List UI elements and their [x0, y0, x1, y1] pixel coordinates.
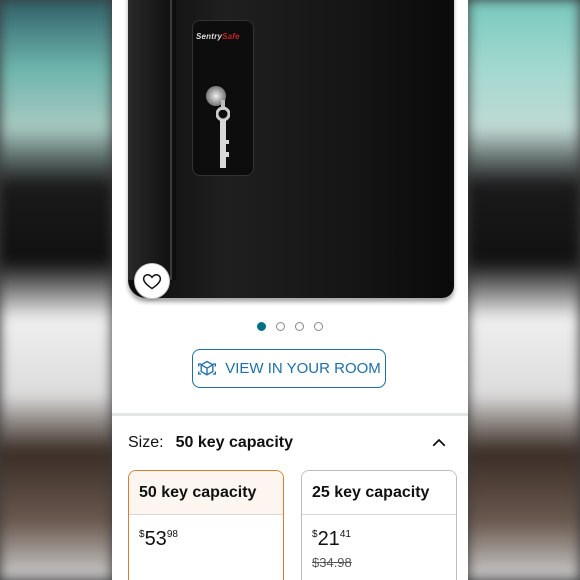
- size-selector-header[interactable]: Size: 50 key capacity: [128, 432, 458, 454]
- size-label: Size:: [128, 434, 164, 451]
- background-blur-left: [0, 0, 112, 580]
- ar-cube-icon: [198, 360, 217, 376]
- view-in-room-label: VIEW IN YOUR ROOM: [225, 360, 381, 377]
- option-price: $2141: [312, 528, 351, 550]
- size-option-50-key[interactable]: 50 key capacity $5398: [128, 470, 284, 580]
- safe-hinge: [128, 0, 176, 280]
- carousel-dots: [112, 322, 468, 334]
- product-page: SentrySafe VIEW IN YOUR ROOM Size: 50 ke…: [112, 0, 468, 580]
- view-in-room-button[interactable]: VIEW IN YOUR ROOM: [192, 349, 386, 388]
- carousel-dot[interactable]: [276, 322, 285, 331]
- product-image[interactable]: SentrySafe: [112, 0, 468, 310]
- size-option-name: 50 key capacity: [129, 471, 283, 514]
- background-blur-right: [468, 0, 580, 580]
- size-option-name: 25 key capacity: [302, 471, 456, 514]
- carousel-dot[interactable]: [257, 322, 266, 331]
- carousel-dot[interactable]: [314, 322, 323, 331]
- option-price: $5398: [139, 528, 178, 550]
- key-icon: [216, 100, 230, 168]
- option-list-price: $34.98: [312, 555, 352, 570]
- wishlist-heart-button[interactable]: [134, 263, 170, 299]
- selected-size: 50 key capacity: [175, 434, 293, 451]
- safe-body: [128, 0, 454, 298]
- door-edge: [170, 0, 172, 280]
- size-option-25-key[interactable]: 25 key capacity $2141 $34.98: [301, 470, 457, 580]
- heart-icon: [142, 273, 162, 290]
- brand-logo: SentrySafe: [196, 32, 240, 41]
- section-divider: [112, 413, 468, 416]
- chevron-up-icon[interactable]: [430, 434, 448, 452]
- carousel-dot[interactable]: [295, 322, 304, 331]
